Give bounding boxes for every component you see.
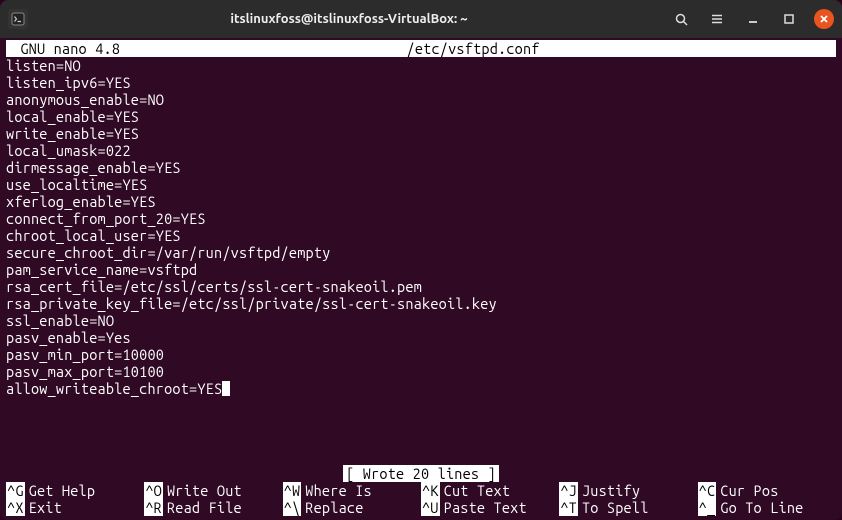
nano-filename: /etc/vsftpd.conf (120, 40, 826, 57)
help-row-1: ^GGet Help^OWrite Out^WWhere Is^KCut Tex… (6, 482, 836, 499)
help-item: ^OWrite Out (144, 482, 282, 499)
search-icon[interactable] (670, 8, 692, 30)
help-label: Exit (25, 499, 62, 516)
editor-line[interactable]: local_enable=YES (6, 108, 836, 125)
help-item: ^GGet Help (6, 482, 144, 499)
help-key: ^C (698, 482, 717, 499)
editor-line[interactable]: use_localtime=YES (6, 176, 836, 193)
editor-line[interactable]: write_enable=YES (6, 125, 836, 142)
help-label: Get Help (25, 482, 96, 499)
help-label: Paste Text (440, 499, 527, 516)
editor-line[interactable]: pasv_enable=Yes (6, 329, 836, 346)
help-label: Go To Line (716, 499, 803, 516)
nano-help: ^GGet Help^OWrite Out^WWhere Is^KCut Tex… (6, 482, 836, 516)
titlebar: itslinuxfoss@itslinuxfoss-VirtualBox: ~ (0, 0, 842, 38)
nano-status-line: [ Wrote 20 lines ] (6, 465, 836, 482)
help-label: To Spell (578, 499, 649, 516)
editor-line[interactable]: anonymous_enable=NO (6, 91, 836, 108)
nano-header: GNU nano 4.8 /etc/vsftpd.conf (6, 40, 836, 57)
editor-line[interactable]: pasv_min_port=10000 (6, 346, 836, 363)
nano-header-right (826, 40, 836, 57)
nano-version: GNU nano 4.8 (6, 40, 120, 57)
terminal-icon[interactable] (8, 9, 28, 29)
titlebar-controls (670, 8, 834, 30)
help-label: Where Is (301, 482, 372, 499)
menu-icon[interactable] (706, 8, 728, 30)
help-item: ^RRead File (144, 499, 282, 516)
editor-content[interactable]: listen=NOlisten_ipv6=YESanonymous_enable… (6, 57, 836, 465)
help-item: ^CCur Pos (698, 482, 836, 499)
help-item: ^WWhere Is (283, 482, 421, 499)
help-key: ^W (283, 482, 302, 499)
editor-line[interactable]: rsa_cert_file=/etc/ssl/certs/ssl-cert-sn… (6, 278, 836, 295)
help-key: ^J (559, 482, 578, 499)
minimize-button[interactable] (742, 8, 764, 30)
help-label: Replace (301, 499, 363, 516)
editor-line[interactable]: listen=NO (6, 57, 836, 74)
help-item: ^XExit (6, 499, 144, 516)
help-key: ^T (559, 499, 578, 516)
editor-line[interactable]: listen_ipv6=YES (6, 74, 836, 91)
editor-line[interactable]: rsa_private_key_file=/etc/ssl/private/ss… (6, 295, 836, 312)
help-label: Cur Pos (716, 482, 778, 499)
help-label: Cut Text (440, 482, 511, 499)
editor-line[interactable]: chroot_local_user=YES (6, 227, 836, 244)
help-key: ^_ (698, 499, 717, 516)
help-item: ^TTo Spell (559, 499, 697, 516)
terminal-body[interactable]: GNU nano 4.8 /etc/vsftpd.conf listen=NOl… (0, 38, 842, 520)
help-key: ^R (144, 499, 163, 516)
editor-line[interactable]: pasv_max_port=10100 (6, 363, 836, 380)
help-key: ^O (144, 482, 163, 499)
help-key: ^K (421, 482, 440, 499)
editor-line[interactable]: connect_from_port_20=YES (6, 210, 836, 227)
help-item: ^JJustify (559, 482, 697, 499)
maximize-button[interactable] (778, 8, 800, 30)
help-key: ^U (421, 499, 440, 516)
editor-line[interactable]: secure_chroot_dir=/var/run/vsftpd/empty (6, 244, 836, 261)
terminal-window: itslinuxfoss@itslinuxfoss-VirtualBox: ~ … (0, 0, 842, 520)
help-key: ^X (6, 499, 25, 516)
help-item: ^KCut Text (421, 482, 559, 499)
help-key: ^\ (283, 499, 302, 516)
help-item: ^\Replace (283, 499, 421, 516)
help-item: ^_Go To Line (698, 499, 836, 516)
close-button[interactable] (814, 9, 834, 29)
help-label: Read File (163, 499, 242, 516)
help-label: Justify (578, 482, 640, 499)
help-key: ^G (6, 482, 25, 499)
editor-line[interactable]: dirmessage_enable=YES (6, 159, 836, 176)
editor-line[interactable]: local_umask=022 (6, 142, 836, 159)
help-item: ^UPaste Text (421, 499, 559, 516)
window-title: itslinuxfoss@itslinuxfoss-VirtualBox: ~ (28, 12, 670, 26)
editor-line[interactable]: ssl_enable=NO (6, 312, 836, 329)
editor-line[interactable]: pam_service_name=vsftpd (6, 261, 836, 278)
editor-line[interactable]: xferlog_enable=YES (6, 193, 836, 210)
titlebar-left (8, 9, 28, 29)
help-label: Write Out (163, 482, 242, 499)
editor-line[interactable]: allow_writeable_chroot=YES (6, 380, 836, 397)
cursor (222, 381, 230, 396)
nano-status-text: [ Wrote 20 lines ] (343, 465, 499, 482)
help-row-2: ^XExit^RRead File^\Replace^UPaste Text^T… (6, 499, 836, 516)
